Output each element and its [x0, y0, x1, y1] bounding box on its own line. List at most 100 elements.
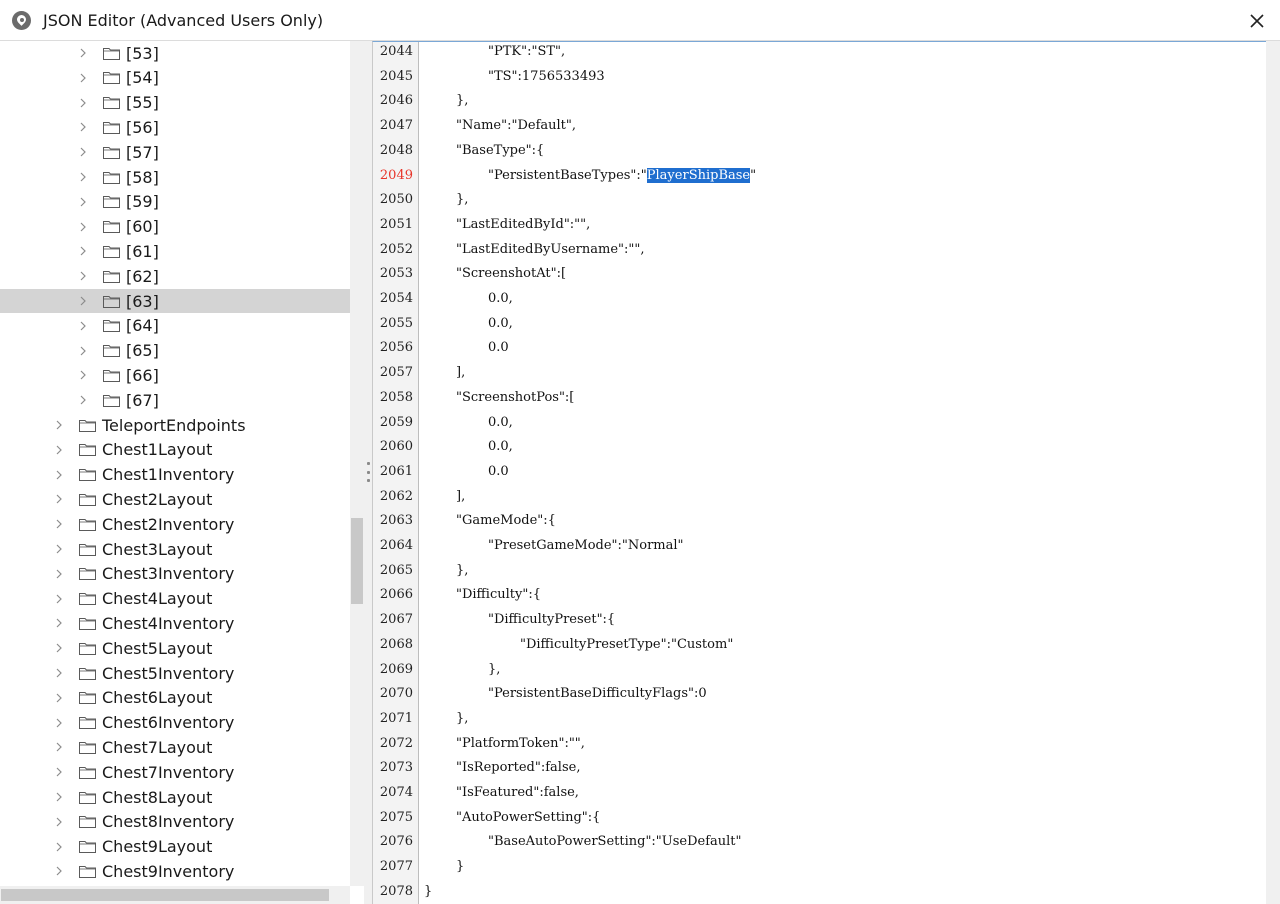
tree-item[interactable]: Chest4Inventory: [0, 611, 350, 635]
tree-item[interactable]: [56]: [0, 115, 350, 139]
code-line[interactable]: "LastEditedByUsername":"",: [420, 242, 645, 264]
code-line[interactable]: "LastEditedById":"",: [420, 217, 590, 239]
tree-vertical-scroll-thumb[interactable]: [351, 518, 363, 604]
tree-horizontal-scrollbar[interactable]: [0, 886, 350, 904]
code-line[interactable]: }: [420, 859, 464, 881]
code-line[interactable]: "DifficultyPreset":{: [420, 612, 615, 634]
tree-item[interactable]: Chest9Inventory: [0, 859, 350, 883]
tree-item[interactable]: [60]: [0, 215, 350, 239]
tree-item[interactable]: Chest6Layout: [0, 686, 350, 710]
code-line[interactable]: "IsReported":false,: [420, 760, 580, 782]
chevron-right-icon[interactable]: [54, 693, 64, 703]
tree-item[interactable]: [54]: [0, 66, 350, 90]
tree-item[interactable]: Chest3Layout: [0, 537, 350, 561]
chevron-right-icon[interactable]: [54, 420, 64, 430]
tree-item[interactable]: [62]: [0, 264, 350, 288]
tree-item[interactable]: [58]: [0, 165, 350, 189]
chevron-right-icon[interactable]: [78, 296, 88, 306]
chevron-right-icon[interactable]: [54, 643, 64, 653]
code-line[interactable]: }: [420, 884, 432, 904]
code-line[interactable]: },: [420, 192, 468, 214]
tree-item[interactable]: Chest8Layout: [0, 785, 350, 809]
code-line[interactable]: 0.0: [420, 464, 509, 486]
tree-item[interactable]: Chest6Inventory: [0, 711, 350, 735]
chevron-right-icon[interactable]: [78, 321, 88, 331]
tree-item[interactable]: [55]: [0, 91, 350, 115]
code-line[interactable]: "IsFeatured":false,: [420, 785, 579, 807]
chevron-right-icon[interactable]: [54, 742, 64, 752]
chevron-right-icon[interactable]: [54, 470, 64, 480]
tree-item[interactable]: Chest8Inventory: [0, 810, 350, 834]
chevron-right-icon[interactable]: [54, 445, 64, 455]
tree-item[interactable]: Chest9Layout: [0, 835, 350, 859]
code-line[interactable]: },: [420, 93, 468, 115]
code-line[interactable]: "PlatformToken":"",: [420, 736, 585, 758]
code-line[interactable]: 0.0,: [420, 316, 513, 338]
code-line[interactable]: "PresetGameMode":"Normal": [420, 538, 684, 560]
tree-item[interactable]: [66]: [0, 363, 350, 387]
code-line[interactable]: "ScreenshotPos":[: [420, 390, 574, 412]
chevron-right-icon[interactable]: [78, 246, 88, 256]
tree-item[interactable]: [53]: [0, 41, 350, 65]
code-line[interactable]: "BaseAutoPowerSetting":"UseDefault": [420, 834, 742, 856]
tree-item[interactable]: [65]: [0, 339, 350, 363]
tree-horizontal-scroll-thumb[interactable]: [1, 889, 329, 901]
chevron-right-icon[interactable]: [78, 271, 88, 281]
tree-item[interactable]: Chest7Inventory: [0, 760, 350, 784]
chevron-right-icon[interactable]: [54, 842, 64, 852]
chevron-right-icon[interactable]: [78, 122, 88, 132]
tree-item[interactable]: Chest4Layout: [0, 587, 350, 611]
chevron-right-icon[interactable]: [54, 569, 64, 579]
chevron-right-icon[interactable]: [54, 594, 64, 604]
selected-text[interactable]: PlayerShipBase: [646, 167, 751, 183]
tree-item[interactable]: [61]: [0, 239, 350, 263]
code-line[interactable]: "ScreenshotAt":[: [420, 266, 566, 288]
tree-item[interactable]: Chest2Layout: [0, 487, 350, 511]
chevron-right-icon[interactable]: [78, 48, 88, 58]
code-line[interactable]: },: [420, 563, 468, 585]
tree-item[interactable]: Chest7Layout: [0, 735, 350, 759]
chevron-right-icon[interactable]: [78, 172, 88, 182]
chevron-right-icon[interactable]: [78, 98, 88, 108]
tree-item[interactable]: [64]: [0, 314, 350, 338]
chevron-right-icon[interactable]: [78, 370, 88, 380]
code-line[interactable]: 0.0,: [420, 291, 513, 313]
chevron-right-icon[interactable]: [54, 618, 64, 628]
code-line[interactable]: "PTK":"ST",: [420, 44, 565, 66]
code-line[interactable]: 0.0,: [420, 439, 513, 461]
code-line[interactable]: "BaseType":{: [420, 143, 544, 165]
chevron-right-icon[interactable]: [54, 668, 64, 678]
chevron-right-icon[interactable]: [54, 767, 64, 777]
code-line[interactable]: "Difficulty":{: [420, 587, 541, 609]
panel-splitter[interactable]: [364, 41, 372, 904]
chevron-right-icon[interactable]: [78, 346, 88, 356]
code-line[interactable]: "PersistentBaseTypes":"PlayerShipBase": [420, 167, 756, 190]
code-line[interactable]: 0.0,: [420, 415, 513, 437]
chevron-right-icon[interactable]: [54, 718, 64, 728]
chevron-right-icon[interactable]: [54, 494, 64, 504]
chevron-right-icon[interactable]: [54, 817, 64, 827]
code-line[interactable]: ],: [420, 365, 465, 387]
chevron-right-icon[interactable]: [78, 395, 88, 405]
tree-vertical-scrollbar[interactable]: [350, 41, 364, 886]
tree-item[interactable]: [59]: [0, 190, 350, 214]
chevron-right-icon[interactable]: [54, 519, 64, 529]
chevron-right-icon[interactable]: [54, 792, 64, 802]
json-tree-panel[interactable]: [53] [54] [55] [56] [57] [58] [59] [60] [61] [62]…: [0, 41, 364, 904]
tree-item[interactable]: Chest1Layout: [0, 438, 350, 462]
code-line[interactable]: 0.0: [420, 340, 509, 362]
chevron-right-icon[interactable]: [78, 73, 88, 83]
tree-item[interactable]: [57]: [0, 140, 350, 164]
chevron-right-icon[interactable]: [54, 544, 64, 554]
close-button[interactable]: [1240, 4, 1274, 38]
code-line[interactable]: "AutoPowerSetting":{: [420, 810, 600, 832]
code-line[interactable]: "GameMode":{: [420, 513, 556, 535]
editor-vertical-scrollbar[interactable]: [1266, 41, 1280, 904]
code-line[interactable]: "TS":1756533493: [420, 69, 605, 91]
code-line[interactable]: "Name":"Default",: [420, 118, 576, 140]
code-line[interactable]: },: [420, 711, 468, 733]
tree-item[interactable]: Chest5Inventory: [0, 661, 350, 685]
tree-item[interactable]: Chest5Layout: [0, 636, 350, 660]
tree-item[interactable]: [63]: [0, 289, 350, 313]
chevron-right-icon[interactable]: [78, 222, 88, 232]
